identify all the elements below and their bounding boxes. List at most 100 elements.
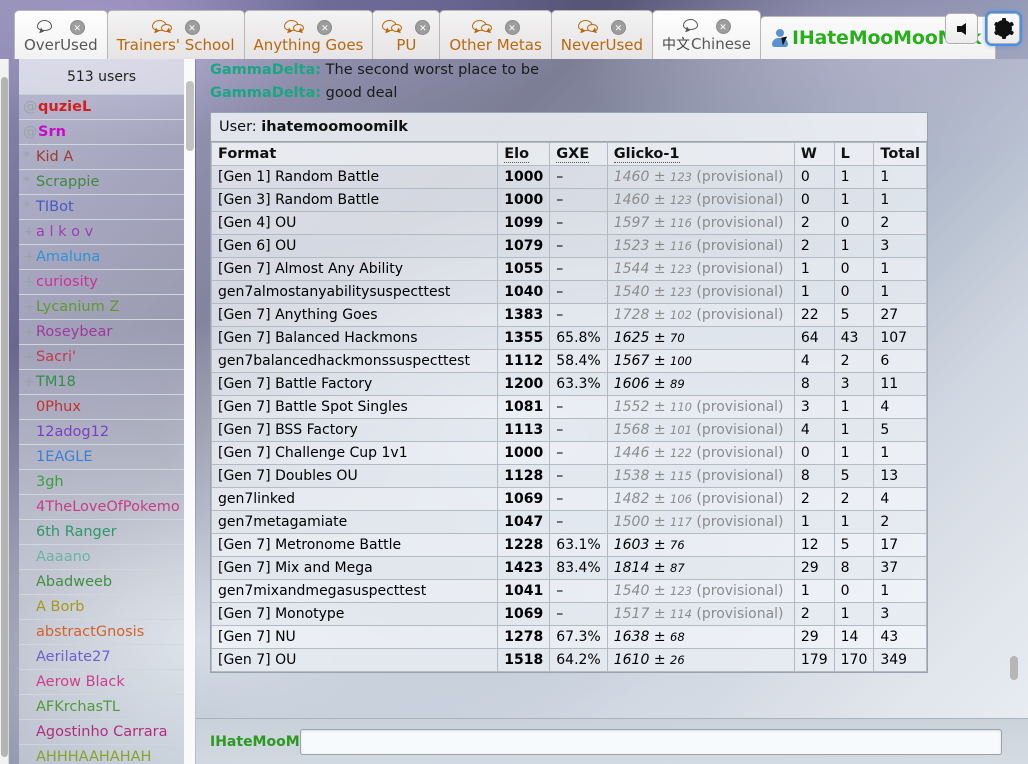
cell-glicko: 1544 ± 123 (provisional) bbox=[606, 257, 795, 281]
cell-elo: 1099 bbox=[497, 211, 551, 235]
chat-message-author[interactable]: GammaDelta: bbox=[210, 85, 321, 101]
ratings-user-header: User: ihatemoomoomilk bbox=[211, 113, 927, 142]
cell-losses: 14 bbox=[833, 625, 875, 649]
user-list-item[interactable]: Agostinho Carrara bbox=[19, 720, 184, 745]
tab-icons bbox=[662, 16, 751, 36]
user-list-item[interactable]: AFKrchasTL bbox=[19, 695, 184, 720]
chat-pane: GammaDelta: The second worst place to be… bbox=[196, 59, 1028, 764]
chat-scrollbar-thumb[interactable] bbox=[1010, 656, 1018, 680]
user-list-item[interactable]: Abadweeb bbox=[19, 570, 184, 595]
glicko-deviation: 101 bbox=[670, 423, 692, 437]
glicko-deviation: 68 bbox=[670, 630, 685, 644]
col-glicko: Glicko-1 bbox=[606, 142, 795, 166]
user-list-item[interactable]: +Amaluna bbox=[19, 245, 184, 270]
cell-losses: 1 bbox=[833, 395, 875, 419]
tab-chinese[interactable]: 中文Chinese bbox=[652, 10, 761, 59]
ratings-row: [Gen 7] BSS Factory 1113–1568 ± 101 (prov… bbox=[210, 418, 927, 442]
user-list-item[interactable]: abstractGnosis bbox=[19, 620, 184, 645]
close-icon[interactable] bbox=[715, 18, 731, 34]
user-list-item[interactable]: +a l k o v bbox=[19, 220, 184, 245]
glicko-deviation: 114 bbox=[670, 607, 692, 621]
cell-losses: 0 bbox=[833, 211, 875, 235]
cell-glicko: 1523 ± 116 (provisional) bbox=[606, 234, 795, 258]
user-list-item[interactable]: 0Phux bbox=[19, 395, 184, 420]
cell-total: 3 bbox=[873, 602, 927, 626]
chat-log[interactable]: GammaDelta: The second worst place to be… bbox=[196, 59, 1028, 718]
ratings-row: [Gen 7] Battle Spot Singles 1081–1552 ± 1… bbox=[210, 395, 927, 419]
glicko-value: 1610 ± 26 bbox=[613, 652, 685, 668]
chat-scrollbar[interactable] bbox=[1008, 59, 1020, 718]
user-list-item[interactable]: AHHHAAHAHAH bbox=[19, 745, 184, 764]
chat-message-input[interactable] bbox=[300, 728, 1002, 755]
provisional-tag: (provisional) bbox=[691, 192, 784, 208]
tab-anything-goes[interactable]: Anything Goes bbox=[243, 10, 374, 59]
user-list-item[interactable]: A Borb bbox=[19, 595, 184, 620]
user-list-item[interactable]: * Scrappie bbox=[19, 170, 184, 195]
user-list-item[interactable]: 1EAGLE bbox=[19, 445, 184, 470]
gear-icon bbox=[993, 18, 1014, 39]
user-list-item[interactable]: @quzieL bbox=[19, 95, 184, 120]
tab-overused[interactable]: OverUsed bbox=[14, 10, 108, 59]
user-list-item[interactable]: +curiosity bbox=[19, 270, 184, 295]
user-list-item[interactable]: * Kid A bbox=[19, 145, 184, 170]
close-icon[interactable] bbox=[415, 19, 431, 35]
cell-glicko: 1538 ± 115 (provisional) bbox=[606, 464, 795, 488]
tab-pu[interactable]: PU bbox=[372, 10, 441, 59]
cell-elo: 1041 bbox=[497, 579, 551, 603]
chat-message-text: good deal bbox=[325, 85, 398, 101]
cell-losses: 1 bbox=[833, 188, 875, 212]
settings-button[interactable] bbox=[987, 13, 1020, 44]
cell-total: 3 bbox=[873, 234, 927, 258]
user-list-item[interactable]: 3gh bbox=[19, 470, 184, 495]
user-list-scrollbar-thumb[interactable] bbox=[186, 81, 194, 151]
gxe-abbr[interactable]: GXE bbox=[556, 146, 590, 163]
col-format: Format bbox=[210, 142, 499, 166]
cell-losses: 2 bbox=[833, 349, 875, 373]
user-list[interactable]: 513 users @quzieL @Srn * Kid A * Scrappie * TIB… bbox=[19, 59, 184, 764]
user-list-item[interactable]: Aerilate27 bbox=[19, 645, 184, 670]
cell-gxe: – bbox=[549, 234, 608, 258]
cell-total: 6 bbox=[873, 349, 927, 373]
user-list-item[interactable]: 12adog12 bbox=[19, 420, 184, 445]
user-name: AHHHAAHAHAH bbox=[36, 749, 152, 764]
cell-gxe: – bbox=[549, 418, 608, 442]
user-list-item[interactable]: Aerow Black bbox=[19, 670, 184, 695]
ratings-row: [Gen 6] OU 1079–1523 ± 116 (provisional) 2… bbox=[210, 234, 927, 258]
elo-abbr[interactable]: Elo bbox=[504, 146, 530, 163]
chat-message-author[interactable]: GammaDelta: bbox=[210, 62, 321, 78]
chat-message: GammaDelta: good deal bbox=[202, 82, 1028, 105]
user-name: 1EAGLE bbox=[36, 449, 93, 465]
page-scrollbar-thumb[interactable] bbox=[1, 77, 8, 757]
tab-other-metas[interactable]: Other Metas bbox=[439, 10, 552, 59]
user-list-item[interactable]: * TIBot bbox=[19, 195, 184, 220]
close-icon[interactable] bbox=[69, 19, 85, 35]
tab-neverused[interactable]: NeverUsed bbox=[550, 10, 654, 59]
user-list-item[interactable]: +Sacri' bbox=[19, 345, 184, 370]
cell-format: [Gen 7] Mix and Mega bbox=[210, 556, 499, 580]
close-icon[interactable] bbox=[504, 19, 520, 35]
user-list-item[interactable]: Aaaano bbox=[19, 545, 184, 570]
glicko-abbr[interactable]: Glicko-1 bbox=[613, 146, 680, 163]
user-list-item[interactable]: +TM18 bbox=[19, 370, 184, 395]
user-list-scrollbar[interactable] bbox=[184, 59, 195, 764]
user-list-item[interactable]: @Srn bbox=[19, 120, 184, 145]
user-name: AFKrchasTL bbox=[36, 699, 120, 715]
cell-format: [Gen 7] BSS Factory bbox=[210, 418, 499, 442]
close-icon[interactable] bbox=[317, 19, 333, 35]
provisional-tag: (provisional) bbox=[691, 606, 784, 622]
glicko-deviation: 116 bbox=[670, 239, 692, 253]
user-rank-symbol: + bbox=[23, 324, 36, 340]
user-list-item[interactable]: 4TheLoveOfPokemo bbox=[19, 495, 184, 520]
close-icon[interactable] bbox=[610, 19, 626, 35]
page-scrollbar[interactable] bbox=[0, 59, 9, 764]
user-list-item[interactable]: +Roseybear bbox=[19, 320, 184, 345]
cell-total: 27 bbox=[873, 303, 927, 327]
close-icon[interactable] bbox=[184, 19, 200, 35]
cell-gxe: 64.2% bbox=[549, 648, 608, 672]
user-list-item[interactable]: 6th Ranger bbox=[19, 520, 184, 545]
tab-trainers-school[interactable]: Trainers' School bbox=[106, 10, 245, 59]
chat-bubbles-icon bbox=[151, 19, 172, 35]
cell-gxe: 83.4% bbox=[549, 556, 608, 580]
user-list-item[interactable]: +Lycanium Z bbox=[19, 295, 184, 320]
volume-button[interactable] bbox=[945, 13, 978, 44]
